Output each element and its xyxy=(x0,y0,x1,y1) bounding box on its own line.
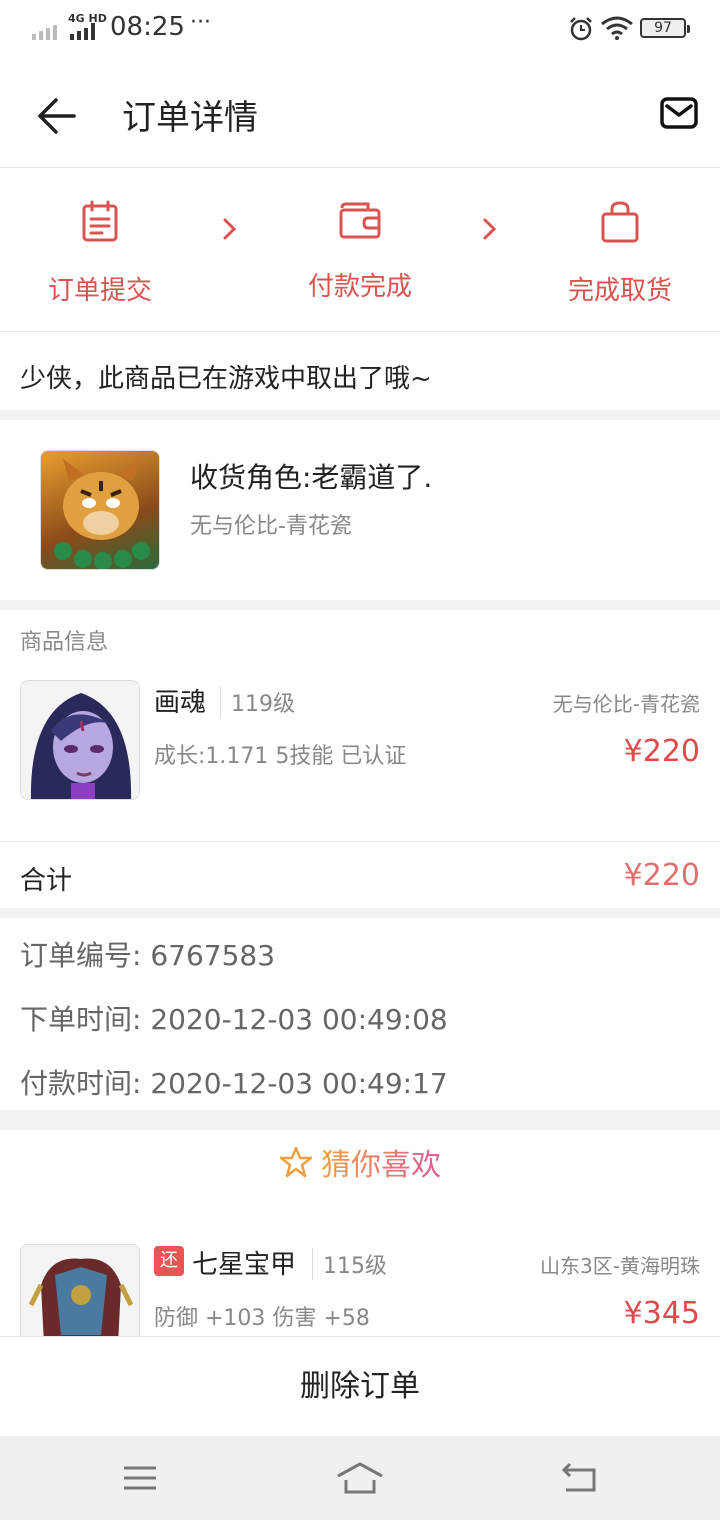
app-header: 订单详情 xyxy=(0,60,720,168)
step-label: 付款完成 xyxy=(307,272,412,302)
pickup-notice: 少侠，此商品已在游戏中取出了哦~ xyxy=(20,364,432,394)
step-label: 完成取货 xyxy=(567,276,672,306)
order-progress: 订单提交 付款完成 完成取货 xyxy=(0,170,720,332)
back-arrow-icon[interactable] xyxy=(34,94,78,138)
bag-icon xyxy=(601,201,639,243)
back-nav-icon[interactable] xyxy=(560,1458,598,1498)
section-title: 商品信息 xyxy=(20,630,109,655)
return-badge: 还 xyxy=(154,1246,184,1276)
order-time: 下单时间: 2020-12-03 00:49:08 xyxy=(20,1003,448,1036)
step-payment-complete: 付款完成 xyxy=(280,200,440,303)
tiger-character-image xyxy=(54,459,150,569)
wallet-icon xyxy=(339,202,381,239)
receiver-server: 无与伦比-青花瓷 xyxy=(190,514,352,539)
recommend-title: 猜你喜欢 xyxy=(0,1140,720,1184)
home-icon[interactable] xyxy=(336,1458,384,1498)
divider xyxy=(0,600,720,610)
system-nav-bar xyxy=(0,1436,720,1520)
wifi-icon xyxy=(601,16,633,40)
recommend-description: 防御 +103 伤害 +58 xyxy=(154,1306,370,1331)
goods-level: 119级 xyxy=(220,686,295,718)
goods-thumbnail xyxy=(20,680,140,800)
network-type: 4G HD xyxy=(68,12,107,25)
star-icon xyxy=(279,1146,313,1178)
alarm-icon xyxy=(570,17,592,41)
order-info: 订单编号: 6767583 下单时间: 2020-12-03 00:49:08 … xyxy=(0,918,720,1110)
order-number: 订单编号: 6767583 xyxy=(20,939,276,972)
character-portrait-image xyxy=(31,693,131,799)
recommend-name: 七星宝甲 xyxy=(192,1250,297,1280)
divider xyxy=(0,410,720,420)
receiver-avatar xyxy=(40,450,160,570)
armor-image xyxy=(28,1258,134,1336)
step-order-submitted: 订单提交 xyxy=(20,200,180,307)
receiver-card: 收货角色:老霸道了. 无与伦比-青花瓷 xyxy=(0,420,720,600)
chevron-right-icon xyxy=(223,218,237,240)
recommend-thumbnail xyxy=(20,1244,140,1336)
total-value: ¥220 xyxy=(623,858,700,893)
total-label: 合计 xyxy=(20,866,73,896)
status-bar: 4G HD 08:25 ··· 97 xyxy=(0,0,720,60)
goods-info[interactable]: 商品信息 画魂 119级 无与伦比-青花瓷 成长:1.171 5技能 已认证 ¥… xyxy=(0,610,720,842)
recommend-level: 115级 xyxy=(312,1248,387,1280)
menu-icon[interactable] xyxy=(122,1458,158,1498)
receiver-role: 收货角色:老霸道了. xyxy=(190,461,433,494)
more-notifications-icon: ··· xyxy=(190,10,211,35)
clock: 08:25 xyxy=(110,12,185,42)
goods-price: ¥220 xyxy=(623,734,700,769)
delete-order-button[interactable]: 删除订单 xyxy=(0,1336,720,1436)
goods-name: 画魂 xyxy=(154,688,207,718)
step-pickup-complete: 完成取货 xyxy=(540,200,700,307)
goods-description: 成长:1.171 5技能 已认证 xyxy=(154,744,407,769)
chevron-right-icon xyxy=(483,218,497,240)
divider xyxy=(0,1110,720,1130)
recommend-server: 山东3区-黄海明珠 xyxy=(540,1254,700,1278)
recommend-title-text: 猜你喜欢 xyxy=(321,1148,441,1183)
goods-server: 无与伦比-青花瓷 xyxy=(552,692,700,716)
payment-time: 付款时间: 2020-12-03 00:49:17 xyxy=(20,1067,448,1100)
message-icon[interactable] xyxy=(660,96,698,130)
divider xyxy=(0,908,720,918)
order-total: 合计 ¥220 xyxy=(0,844,720,908)
recommend-item[interactable]: 还 七星宝甲 115级 山东3区-黄海明珠 防御 +103 伤害 +58 ¥34… xyxy=(0,1230,720,1336)
recommend-price: ¥345 xyxy=(623,1296,700,1331)
step-label: 订单提交 xyxy=(47,276,152,306)
battery-indicator: 97 xyxy=(640,18,690,38)
page-title: 订单详情 xyxy=(122,98,258,138)
clipboard-icon xyxy=(82,200,118,242)
